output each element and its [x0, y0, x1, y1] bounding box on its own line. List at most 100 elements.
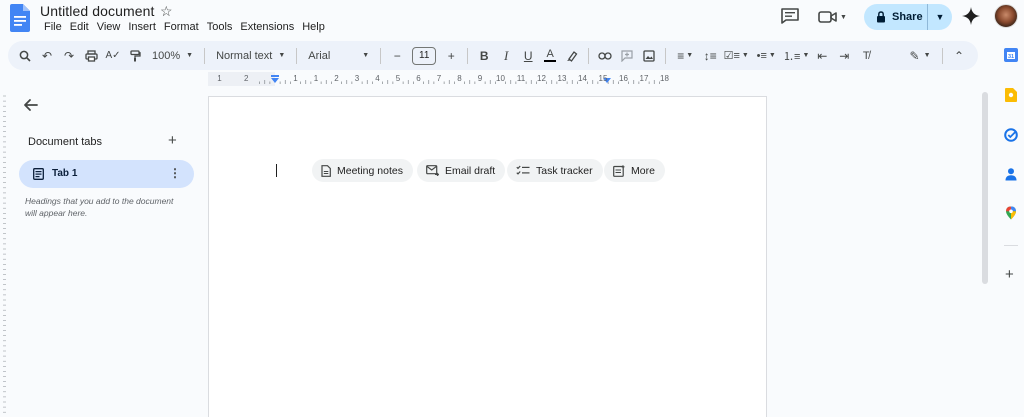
chip-email-draft[interactable]: Email draft — [417, 159, 506, 182]
meet-button[interactable]: ▼ — [818, 8, 852, 26]
google-docs-window: Untitled document ☆ File Edit View Inser… — [0, 0, 1024, 417]
paint-format-icon[interactable] — [124, 45, 146, 67]
header: Untitled document ☆ File Edit View Inser… — [0, 0, 1018, 40]
checklist-icon[interactable]: ☑≡ ▼ — [721, 45, 751, 67]
comment-history-icon[interactable] — [781, 8, 799, 24]
text-color-button[interactable]: A — [539, 45, 561, 67]
menu-insert[interactable]: Insert — [124, 21, 160, 33]
chevron-down-icon: ▼ — [840, 13, 847, 21]
style-value: Normal text — [216, 49, 273, 62]
menu-bar: File Edit View Insert Format Tools Exten… — [40, 21, 329, 33]
ruler-number: 4 — [375, 74, 380, 83]
chip-meeting-notes[interactable]: Meeting notes — [312, 159, 413, 182]
chip-label: Meeting notes — [337, 164, 403, 177]
redo-icon[interactable]: ↷ — [58, 45, 80, 67]
menu-format[interactable]: Format — [160, 21, 203, 33]
ruler-number: 18 — [660, 74, 669, 83]
ruler-number: 14 — [578, 74, 587, 83]
bold-button[interactable]: B — [473, 45, 495, 67]
ruler-number: 2 — [334, 74, 339, 83]
highlight-color-icon[interactable] — [561, 45, 583, 67]
gemini-sparkle-icon[interactable] — [962, 7, 980, 25]
checklist-icon — [516, 165, 530, 175]
chip-more[interactable]: More — [604, 159, 665, 182]
chip-label: More — [631, 164, 655, 177]
align-left-icon[interactable]: ≡ ▼ — [671, 45, 699, 67]
formatting-toolbar: ↶ ↷ A✓ 100% ▼ Normal text ▼ Arial ▼ − 11 + … — [8, 41, 978, 70]
font-size-input[interactable]: 11 — [412, 46, 437, 65]
first-line-indent-marker[interactable] — [271, 75, 279, 77]
decrease-indent-icon[interactable]: ⇤ — [811, 45, 833, 67]
chevron-down-icon: ▼ — [186, 52, 194, 59]
print-icon[interactable] — [80, 45, 102, 67]
editing-mode-icon[interactable]: ✎ ▼ — [903, 45, 937, 67]
tasks-icon[interactable] — [1004, 128, 1018, 142]
back-arrow-icon[interactable] — [22, 96, 40, 114]
email-icon — [426, 165, 439, 176]
menu-view[interactable]: View — [93, 21, 125, 33]
ruler-number: 9 — [477, 74, 483, 83]
chip-label: Email draft — [445, 164, 496, 177]
menu-extensions[interactable]: Extensions — [236, 21, 298, 33]
vertical-ruler[interactable] — [0, 92, 10, 417]
numbered-list-icon[interactable]: ⒈≡ ▼ — [781, 45, 811, 67]
insert-link-icon[interactable] — [594, 45, 616, 67]
docs-logo-icon[interactable] — [10, 4, 30, 32]
get-addons-plus-icon[interactable]: + — [1005, 266, 1014, 283]
ruler-number: 16 — [619, 74, 628, 83]
horizontal-ruler[interactable]: 1 2 1 1 2 3 4 5 6 7 8 9 10 11 12 13 14 15 16 17 18 — [208, 72, 768, 86]
menu-edit[interactable]: Edit — [66, 21, 93, 33]
undo-icon[interactable]: ↶ — [36, 45, 58, 67]
chevron-down-icon: ▼ — [278, 52, 286, 59]
video-camera-icon — [818, 11, 837, 23]
chip-task-tracker[interactable]: Task tracker — [507, 159, 603, 182]
menu-tools[interactable]: Tools — [203, 21, 237, 33]
zoom-value: 100% — [152, 49, 181, 62]
document-page[interactable] — [208, 96, 767, 417]
user-avatar[interactable] — [994, 4, 1018, 28]
line-spacing-icon[interactable]: ↕≡ — [699, 45, 721, 67]
increase-font-size-icon[interactable]: + — [440, 45, 462, 67]
ruler-number: 11 — [516, 74, 526, 83]
toolbar-divider — [467, 47, 469, 64]
more-vert-icon[interactable]: ⋮ — [169, 166, 181, 180]
more-templates-icon — [613, 164, 625, 177]
insert-image-icon[interactable] — [638, 45, 660, 67]
ruler-number: 6 — [416, 74, 421, 83]
zoom-select[interactable]: 100% ▼ — [146, 50, 199, 62]
underline-button[interactable]: U — [517, 45, 539, 67]
add-tab-icon[interactable]: + — [168, 132, 177, 149]
keep-icon[interactable] — [1004, 88, 1018, 102]
document-title[interactable]: Untitled document — [40, 3, 155, 19]
ruler-number: 3 — [354, 74, 360, 83]
italic-button[interactable]: I — [495, 45, 517, 67]
add-comment-icon[interactable] — [616, 45, 638, 67]
ruler-ticks — [208, 72, 660, 86]
lock-icon — [877, 11, 885, 23]
star-icon[interactable]: ☆ — [160, 3, 173, 20]
contacts-icon[interactable] — [1004, 167, 1018, 181]
menu-help[interactable]: Help — [298, 21, 329, 33]
calendar-icon[interactable]: 31 — [1004, 48, 1018, 62]
text-color-swatch — [544, 60, 557, 62]
vertical-scrollbar[interactable] — [982, 92, 988, 284]
search-menus-icon[interactable] — [14, 45, 36, 67]
clear-formatting-icon[interactable]: T̸ — [855, 45, 877, 67]
paragraph-style-select[interactable]: Normal text ▼ — [210, 50, 291, 62]
toolbar-divider — [296, 47, 298, 64]
menu-file[interactable]: File — [40, 21, 66, 33]
spellcheck-icon[interactable]: A✓ — [102, 45, 124, 67]
tab-item-tab-1[interactable]: Tab 1 ⋮ — [19, 160, 194, 188]
maps-icon[interactable] — [1004, 206, 1018, 220]
ruler-number: 13 — [557, 74, 567, 83]
share-button[interactable]: Share ▼ — [864, 4, 952, 30]
bulleted-list-icon[interactable]: •≡ ▼ — [751, 45, 781, 67]
decrease-font-size-icon[interactable]: − — [386, 45, 408, 67]
share-dropdown-arrow[interactable]: ▼ — [928, 12, 952, 22]
ruler-number: 10 — [496, 74, 505, 83]
font-select[interactable]: Arial ▼ — [302, 50, 375, 62]
share-label: Share — [892, 11, 923, 23]
increase-indent-icon[interactable]: ⇥ — [833, 45, 855, 67]
share-main[interactable]: Share — [864, 4, 928, 30]
hide-menus-chevron-up-icon[interactable]: ⌃ — [948, 45, 970, 67]
